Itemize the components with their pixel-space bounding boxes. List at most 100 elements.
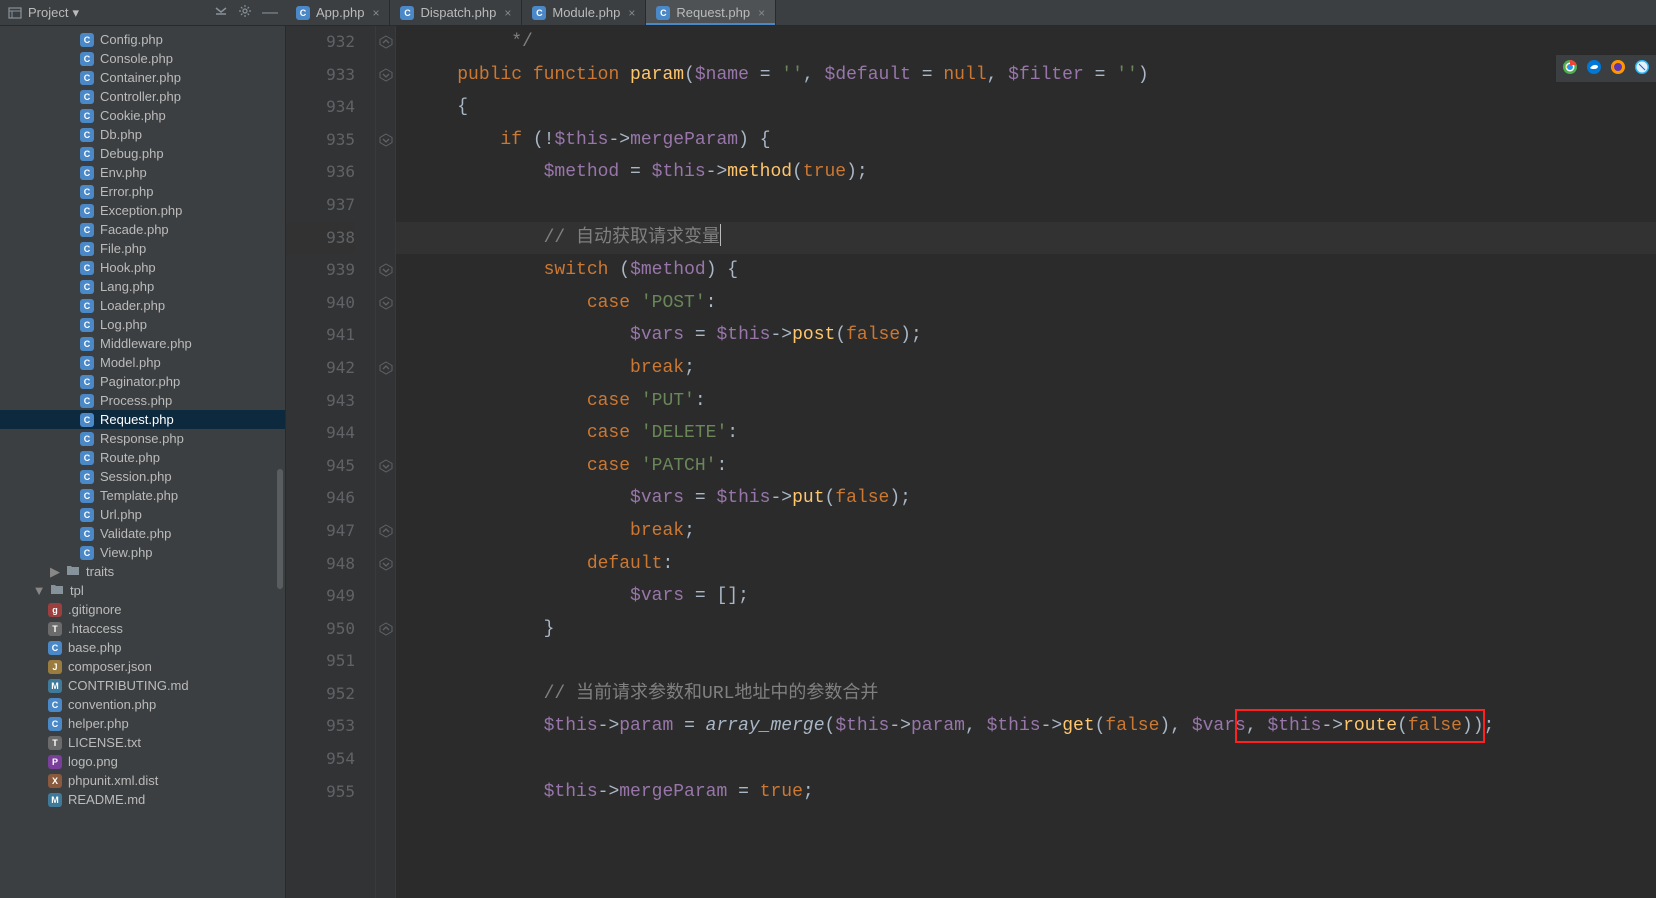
tree-item[interactable]: Cconvention.php: [0, 695, 285, 714]
code-line[interactable]: // 当前请求参数和URL地址中的参数合并: [396, 678, 1656, 711]
code-line[interactable]: */: [396, 26, 1656, 59]
safari-icon[interactable]: [1634, 59, 1650, 78]
tree-item[interactable]: Plogo.png: [0, 752, 285, 771]
line-number[interactable]: 935: [286, 124, 355, 157]
close-icon[interactable]: ×: [504, 6, 511, 20]
minimize-icon[interactable]: —: [262, 8, 278, 18]
tree-item[interactable]: CProcess.php: [0, 391, 285, 410]
code-line[interactable]: [396, 743, 1656, 776]
tree-item[interactable]: Xphpunit.xml.dist: [0, 771, 285, 790]
line-number[interactable]: 955: [286, 776, 355, 809]
code-line[interactable]: // 自动获取请求变量: [396, 222, 1656, 255]
code-line[interactable]: public function param($name = '', $defau…: [396, 59, 1656, 92]
line-number[interactable]: 952: [286, 678, 355, 711]
sidebar-scrollbar[interactable]: [277, 469, 283, 589]
code-line[interactable]: case 'POST':: [396, 287, 1656, 320]
tree-item[interactable]: CRequest.php: [0, 410, 285, 429]
code-line[interactable]: default:: [396, 548, 1656, 581]
tree-item[interactable]: CController.php: [0, 87, 285, 106]
fold-marker-icon[interactable]: [379, 133, 393, 147]
code-line[interactable]: [396, 645, 1656, 678]
tree-item[interactable]: CSession.php: [0, 467, 285, 486]
tree-item[interactable]: ▼tpl: [0, 581, 285, 600]
fold-marker-icon[interactable]: [379, 68, 393, 82]
code-line[interactable]: case 'PUT':: [396, 385, 1656, 418]
fold-marker-icon[interactable]: [379, 263, 393, 277]
line-number[interactable]: 932: [286, 26, 355, 59]
code-line[interactable]: break;: [396, 352, 1656, 385]
tree-item[interactable]: CMiddleware.php: [0, 334, 285, 353]
fold-marker-icon[interactable]: [379, 622, 393, 636]
fold-marker-icon[interactable]: [379, 524, 393, 538]
chevron-down-icon[interactable]: ▼: [34, 583, 44, 598]
tree-item[interactable]: CCookie.php: [0, 106, 285, 125]
tree-item[interactable]: CHook.php: [0, 258, 285, 277]
tree-item[interactable]: TLICENSE.txt: [0, 733, 285, 752]
tab-request-php[interactable]: CRequest.php×: [646, 0, 776, 25]
line-number[interactable]: 951: [286, 645, 355, 678]
code-line[interactable]: case 'PATCH':: [396, 450, 1656, 483]
code-line[interactable]: [396, 189, 1656, 222]
line-number[interactable]: 933: [286, 59, 355, 92]
code-line[interactable]: }: [396, 613, 1656, 646]
tree-item[interactable]: CView.php: [0, 543, 285, 562]
tree-item[interactable]: Jcomposer.json: [0, 657, 285, 676]
tree-item[interactable]: CFacade.php: [0, 220, 285, 239]
gutter[interactable]: 9329339349359369379389399409419429439449…: [286, 26, 376, 898]
tree-item[interactable]: Chelper.php: [0, 714, 285, 733]
tree-item[interactable]: CError.php: [0, 182, 285, 201]
close-icon[interactable]: ×: [628, 6, 635, 20]
tab-module-php[interactable]: CModule.php×: [522, 0, 646, 25]
code-line[interactable]: $method = $this->method(true);: [396, 156, 1656, 189]
tree-item[interactable]: CLang.php: [0, 277, 285, 296]
tree-item[interactable]: CModel.php: [0, 353, 285, 372]
line-number[interactable]: 936: [286, 156, 355, 189]
line-number[interactable]: 938: [286, 222, 355, 255]
code-area[interactable]: */ public function param($name = '', $de…: [396, 26, 1656, 898]
tree-item[interactable]: CEnv.php: [0, 163, 285, 182]
tree-item[interactable]: Cbase.php: [0, 638, 285, 657]
fold-strip[interactable]: [376, 26, 396, 898]
line-number[interactable]: 934: [286, 91, 355, 124]
tree-item[interactable]: CValidate.php: [0, 524, 285, 543]
fold-marker-icon[interactable]: [379, 459, 393, 473]
line-number[interactable]: 947: [286, 515, 355, 548]
close-icon[interactable]: ×: [758, 6, 765, 20]
line-number[interactable]: 950: [286, 613, 355, 646]
line-number[interactable]: 953: [286, 710, 355, 743]
tree-item[interactable]: CConfig.php: [0, 30, 285, 49]
fold-marker-icon[interactable]: [379, 557, 393, 571]
tree-item[interactable]: g.gitignore: [0, 600, 285, 619]
line-number[interactable]: 945: [286, 450, 355, 483]
tree-item[interactable]: CRoute.php: [0, 448, 285, 467]
project-sidebar[interactable]: CConfig.phpCConsole.phpCContainer.phpCCo…: [0, 26, 286, 898]
line-number[interactable]: 946: [286, 482, 355, 515]
tree-item[interactable]: CLog.php: [0, 315, 285, 334]
line-number[interactable]: 944: [286, 417, 355, 450]
code-line[interactable]: switch ($method) {: [396, 254, 1656, 287]
chevron-right-icon[interactable]: ▶: [50, 564, 60, 580]
edge-icon[interactable]: [1586, 59, 1602, 78]
fold-marker-icon[interactable]: [379, 361, 393, 375]
line-number[interactable]: 948: [286, 548, 355, 581]
tree-item[interactable]: CLoader.php: [0, 296, 285, 315]
gear-icon[interactable]: [238, 4, 252, 21]
collapse-icon[interactable]: [214, 4, 228, 21]
chrome-icon[interactable]: [1562, 59, 1578, 78]
line-number[interactable]: 954: [286, 743, 355, 776]
tree-item[interactable]: CPaginator.php: [0, 372, 285, 391]
tree-item[interactable]: MREADME.md: [0, 790, 285, 809]
fold-marker-icon[interactable]: [379, 296, 393, 310]
tree-item[interactable]: CDebug.php: [0, 144, 285, 163]
fold-marker-icon[interactable]: [379, 35, 393, 49]
tree-item[interactable]: CDb.php: [0, 125, 285, 144]
line-number[interactable]: 940: [286, 287, 355, 320]
tree-item[interactable]: MCONTRIBUTING.md: [0, 676, 285, 695]
firefox-icon[interactable]: [1610, 59, 1626, 78]
line-number[interactable]: 942: [286, 352, 355, 385]
code-line[interactable]: $vars = $this->post(false);: [396, 319, 1656, 352]
tree-item[interactable]: CUrl.php: [0, 505, 285, 524]
tree-item[interactable]: T.htaccess: [0, 619, 285, 638]
line-number[interactable]: 941: [286, 319, 355, 352]
tree-item[interactable]: CContainer.php: [0, 68, 285, 87]
